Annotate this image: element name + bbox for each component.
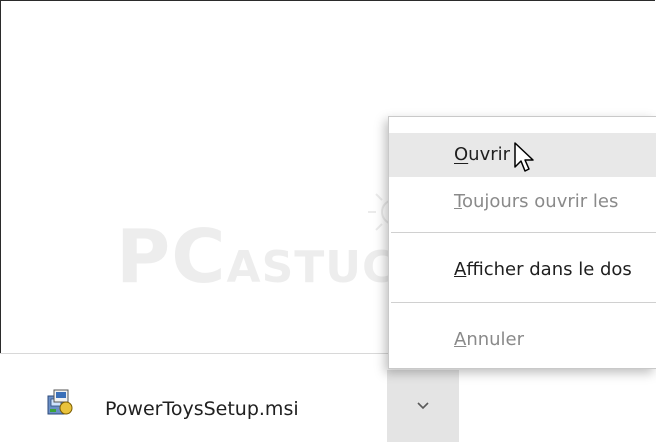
download-menu-button[interactable] (387, 370, 459, 442)
menu-separator (391, 232, 656, 233)
menu-item-afficher-dossier[interactable]: Afficher dans le dos (389, 248, 656, 292)
menu-item-label: Ouvrir (454, 144, 511, 165)
menu-item-toujours-ouvrir[interactable]: Toujours ouvrir les (389, 180, 656, 224)
menu-item-label: Toujours ouvrir les (454, 191, 619, 212)
chevron-down-icon (417, 402, 429, 410)
menu-item-annuler[interactable]: Annuler (389, 318, 656, 362)
msi-installer-icon[interactable] (46, 388, 74, 416)
mouse-pointer-icon (514, 142, 534, 172)
menu-item-label: Afficher dans le dos (454, 259, 632, 280)
menu-item-label: Annuler (454, 329, 525, 350)
menu-separator (391, 302, 656, 303)
download-file-name[interactable]: PowerToysSetup.msi (105, 398, 299, 420)
